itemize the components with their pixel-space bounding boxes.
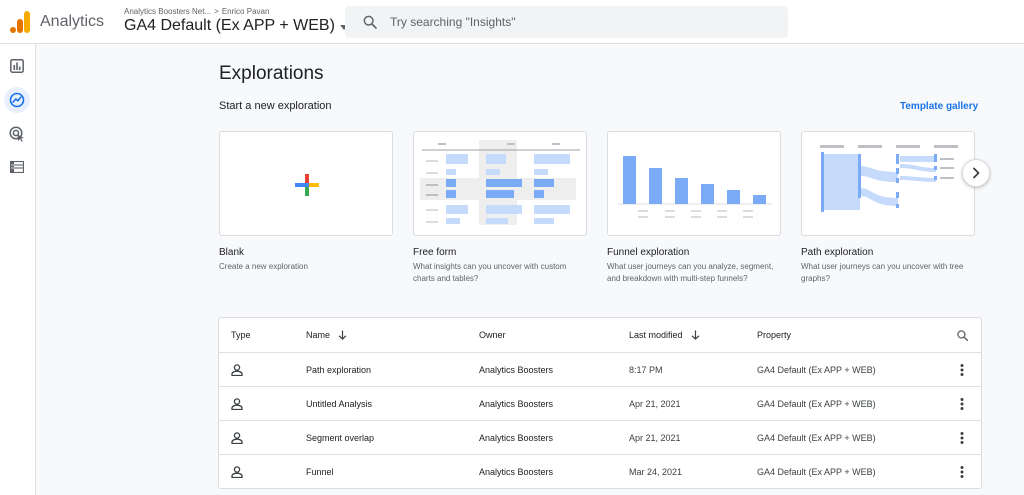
exploration-property: GA4 Default (Ex APP + WEB) xyxy=(757,399,876,409)
column-header-type: Type xyxy=(231,330,251,340)
top-app-bar: Analytics Analytics Boosters Net... > Enri… xyxy=(0,0,1024,44)
property-selector[interactable]: GA4 Default (Ex APP + WEB) xyxy=(124,17,348,35)
column-header-last-modified-label: Last modified xyxy=(629,330,683,340)
table-row[interactable]: Funnel Analytics Boosters Mar 24, 2021 G… xyxy=(219,454,981,488)
chevron-right-icon xyxy=(973,167,980,179)
configure-icon xyxy=(10,161,24,173)
more-vert-icon[interactable] xyxy=(956,387,968,421)
table-search-button[interactable] xyxy=(956,318,969,352)
column-header-name-label: Name xyxy=(306,330,331,340)
breadcrumb-separator: > xyxy=(214,7,219,16)
template-description: What insights can you uncover with custo… xyxy=(413,262,567,283)
column-header-name[interactable]: Name xyxy=(306,318,347,352)
template-gallery-link[interactable]: Template gallery xyxy=(900,101,978,112)
template-name: Path exploration xyxy=(801,247,874,258)
explorations-table: Type Name Owner Last modified Property P… xyxy=(218,317,982,489)
template-card-blank[interactable]: Blank Create a new exploration xyxy=(219,131,393,273)
column-header-last-modified[interactable]: Last modified xyxy=(629,318,700,352)
arrow-down-icon xyxy=(691,330,699,340)
column-header-owner: Owner xyxy=(479,330,506,340)
exploration-name[interactable]: Path exploration xyxy=(306,353,371,387)
carousel-next-button[interactable] xyxy=(962,159,990,187)
table-row[interactable]: Untitled Analysis Analytics Boosters Apr… xyxy=(219,386,981,420)
breadcrumb-user: Enrico Pavan xyxy=(221,7,270,16)
exploration-owner: Analytics Boosters xyxy=(479,433,554,443)
blank-thumbnail xyxy=(219,131,393,236)
exploration-last-modified: 8:17 PM xyxy=(629,365,663,375)
nav-advertising-button[interactable] xyxy=(4,121,30,147)
breadcrumb-account: Analytics Boosters Net... xyxy=(124,7,212,16)
page-title: Explorations xyxy=(219,63,324,84)
template-card-path-exploration[interactable]: Path exploration What user journeys can … xyxy=(801,131,975,285)
main-content: Explorations Start a new exploration Tem… xyxy=(36,44,1024,495)
exploration-last-modified: Apr 21, 2021 xyxy=(629,399,681,409)
exploration-last-modified: Apr 21, 2021 xyxy=(629,433,681,443)
exploration-last-modified: Mar 24, 2021 xyxy=(629,467,683,477)
table-row[interactable]: Path exploration Analytics Boosters 8:17… xyxy=(219,352,981,386)
plus-icon xyxy=(295,174,319,196)
exploration-property: GA4 Default (Ex APP + WEB) xyxy=(757,433,876,443)
free-form-thumbnail xyxy=(413,131,587,236)
exploration-property: GA4 Default (Ex APP + WEB) xyxy=(757,365,876,375)
column-header-property: Property xyxy=(757,330,792,340)
search-bar[interactable] xyxy=(345,6,788,38)
advertising-icon xyxy=(9,126,24,142)
exploration-owner: Analytics Boosters xyxy=(479,365,554,375)
breadcrumb[interactable]: Analytics Boosters Net... > Enrico Pavan xyxy=(124,7,269,16)
analytics-logo-icon[interactable] xyxy=(10,11,30,33)
app-name: Analytics xyxy=(40,13,105,30)
search-input[interactable] xyxy=(390,15,750,29)
left-nav-rail xyxy=(0,44,36,495)
template-description: Create a new exploration xyxy=(219,262,308,271)
exploration-owner: Analytics Boosters xyxy=(479,467,554,477)
property-name: GA4 Default (Ex APP + WEB) xyxy=(124,17,335,34)
more-vert-icon[interactable] xyxy=(956,353,968,387)
explore-icon xyxy=(9,92,25,108)
arrow-down-icon xyxy=(338,330,347,340)
more-vert-icon[interactable] xyxy=(956,421,968,455)
exploration-name[interactable]: Funnel xyxy=(306,455,334,489)
exploration-property: GA4 Default (Ex APP + WEB) xyxy=(757,467,876,477)
table-row[interactable]: Segment overlap Analytics Boosters Apr 2… xyxy=(219,420,981,454)
funnel-thumbnail xyxy=(607,131,781,236)
template-name: Funnel exploration xyxy=(607,247,690,258)
person-icon xyxy=(231,353,243,387)
template-description: What user journeys can you analyze, segm… xyxy=(607,262,774,283)
search-icon xyxy=(957,329,969,341)
person-icon xyxy=(231,421,243,455)
template-description: What user journeys can you uncover with … xyxy=(801,262,964,283)
template-name: Free form xyxy=(413,247,457,258)
search-icon xyxy=(363,15,377,29)
template-name: Blank xyxy=(219,247,245,258)
exploration-name[interactable]: Segment overlap xyxy=(306,421,374,455)
person-icon xyxy=(231,387,243,421)
template-card-free-form[interactable]: Free form What insights can you uncover … xyxy=(413,131,587,285)
nav-configure-button[interactable] xyxy=(4,154,30,180)
nav-explore-button[interactable] xyxy=(4,87,30,113)
exploration-owner: Analytics Boosters xyxy=(479,399,554,409)
person-icon xyxy=(231,455,243,489)
exploration-name[interactable]: Untitled Analysis xyxy=(306,387,372,421)
page-subtitle: Start a new exploration xyxy=(219,100,332,112)
template-card-funnel-exploration[interactable]: Funnel exploration What user journeys ca… xyxy=(607,131,781,285)
table-header-row: Type Name Owner Last modified Property xyxy=(219,318,981,352)
reports-icon xyxy=(10,59,24,73)
more-vert-icon[interactable] xyxy=(956,455,968,489)
nav-reports-button[interactable] xyxy=(4,53,30,79)
path-thumbnail xyxy=(801,131,975,236)
